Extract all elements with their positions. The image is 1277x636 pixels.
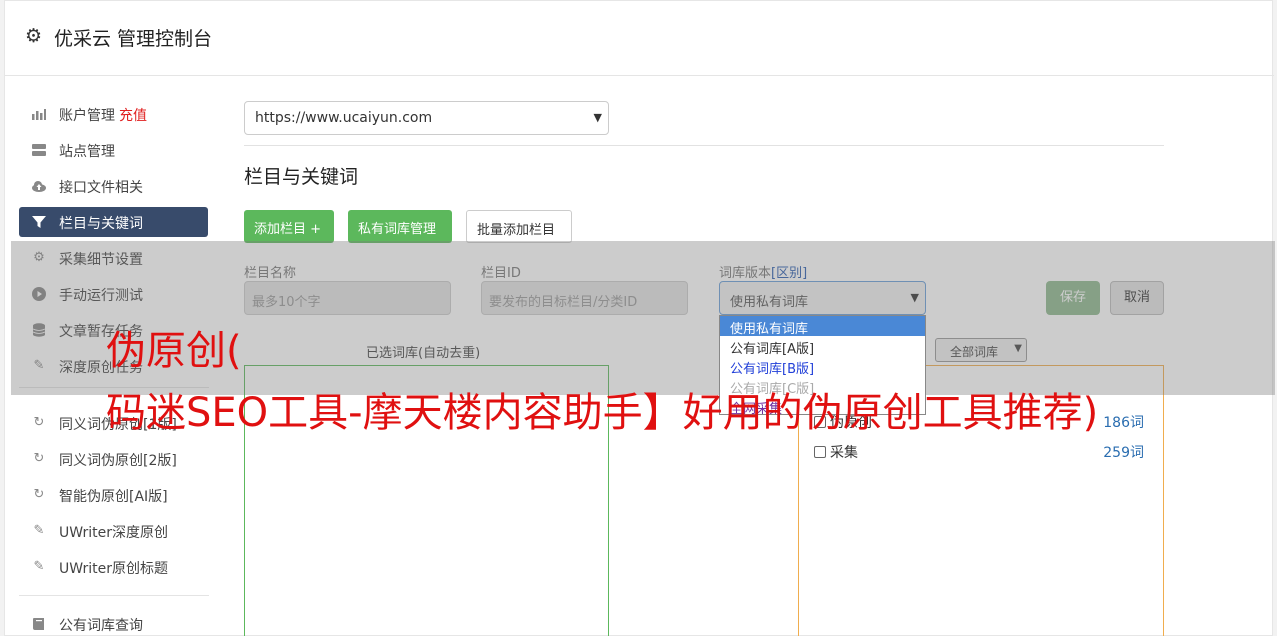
sidebar-item-columns[interactable]: 栏目与关键词 — [19, 207, 208, 237]
watermark-line-2: 码迷SEO工具-摩天楼内容助手】好用的伪原创工具推荐) — [106, 390, 1099, 436]
sidebar-item-interface[interactable]: 接口文件相关 — [19, 171, 208, 201]
refresh-icon: ↻ — [33, 415, 45, 430]
checkbox[interactable] — [814, 446, 826, 458]
sidebar-item-uwriter-deep[interactable]: ✎ UWriter深度原创 — [19, 516, 208, 546]
lib-item-name: 采集 — [830, 445, 858, 461]
watermark-line-1: 伪原创( — [106, 328, 242, 374]
sidebar-item-label: 接口文件相关 — [59, 180, 143, 196]
edit-icon: ✎ — [33, 523, 45, 538]
site-select-value: https://www.ucaiyun.com — [255, 110, 433, 126]
dropdown-option[interactable]: 使用私有词库 — [720, 316, 925, 337]
sidebar-item-label: UWriter深度原创 — [59, 525, 168, 541]
batch-add-button[interactable]: 批量添加栏目 — [466, 210, 572, 243]
add-column-button[interactable]: 添加栏目 + — [244, 210, 334, 243]
sidebar-item-sites[interactable]: 站点管理 — [19, 135, 208, 165]
divider — [244, 145, 1164, 146]
app-title: 优采云 管理控制台 — [54, 28, 213, 50]
chevron-down-icon: ▼ — [593, 111, 602, 124]
cloud-upload-icon — [31, 178, 47, 194]
sidebar-item-public-lib[interactable]: 公有词库查询 — [19, 609, 208, 636]
sidebar-item-label: 智能伪原创[AI版] — [59, 489, 168, 505]
sidebar-item-label: 栏目与关键词 — [59, 216, 143, 232]
sidebar-divider — [19, 595, 209, 596]
top-bar: ⚙ 优采云 管理控制台 — [5, 1, 1274, 76]
server-icon — [31, 142, 47, 158]
sidebar-item-account[interactable]: 账户管理 充值 — [19, 99, 208, 129]
site-select[interactable]: https://www.ucaiyun.com ▼ — [244, 101, 609, 135]
sidebar-item-label: 站点管理 — [59, 144, 115, 160]
sidebar-item-label: UWriter原创标题 — [59, 561, 168, 577]
lib-item-count: 186词 — [1103, 415, 1144, 431]
edit-icon: ✎ — [33, 559, 45, 574]
bar-chart-icon — [31, 106, 47, 122]
dropdown-option[interactable]: 公有词库[A版] — [720, 336, 925, 357]
sidebar-item-label: 账户管理 — [59, 108, 115, 124]
sidebar-item-label: 公有词库查询 — [59, 618, 143, 634]
lib-item[interactable]: 采集 259词 — [814, 442, 1144, 462]
refresh-icon: ↻ — [33, 451, 45, 466]
sidebar-item-label: 同义词伪原创[2版] — [59, 453, 177, 469]
filter-icon — [31, 214, 47, 230]
recharge-link[interactable]: 充值 — [119, 108, 147, 124]
refresh-icon: ↻ — [33, 487, 45, 502]
gear-icon: ⚙ — [25, 25, 43, 47]
private-lib-button[interactable]: 私有词库管理 — [348, 210, 452, 243]
book-icon — [31, 616, 47, 632]
lib-item-count: 259词 — [1103, 445, 1144, 461]
dropdown-option[interactable]: 公有词库[B版] — [720, 356, 925, 377]
sidebar-item-uwriter-title[interactable]: ✎ UWriter原创标题 — [19, 552, 208, 582]
sidebar-item-ai-rewrite[interactable]: ↻ 智能伪原创[AI版] — [19, 480, 208, 510]
sidebar-item-synonym-v2[interactable]: ↻ 同义词伪原创[2版] — [19, 444, 208, 474]
page-title: 栏目与关键词 — [244, 166, 359, 188]
